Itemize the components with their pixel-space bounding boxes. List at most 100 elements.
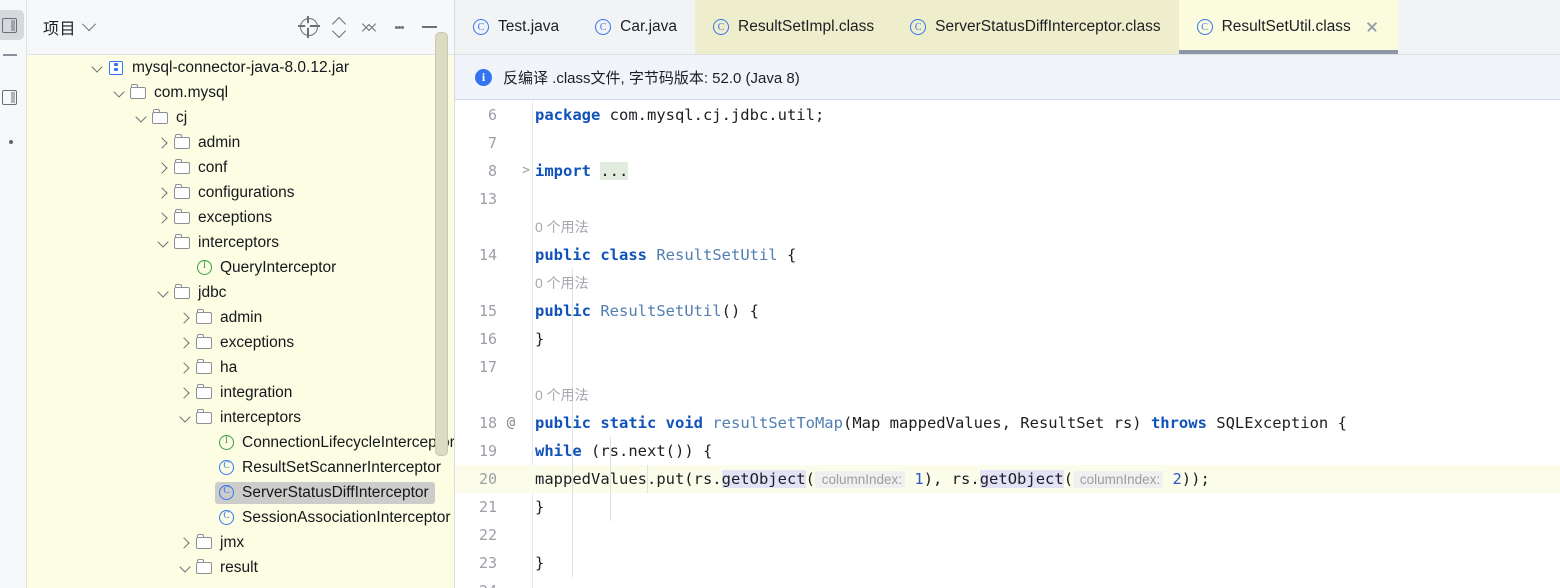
- expand-all-icon[interactable]: [324, 12, 354, 42]
- tree-node-label: result: [220, 558, 258, 576]
- editor-tab-label: ResultSetUtil.class: [1221, 18, 1351, 35]
- chevron-right-icon[interactable]: [177, 385, 193, 401]
- indent-guide: [572, 325, 574, 353]
- code-line[interactable]: 23 }: [455, 549, 1560, 577]
- chevron-down-icon[interactable]: [177, 560, 193, 576]
- class-icon: C: [217, 459, 237, 477]
- code-line[interactable]: 0 个用法: [455, 213, 1560, 241]
- tree-node[interactable]: interceptors: [27, 230, 454, 255]
- tree-node[interactable]: ha: [27, 355, 454, 380]
- tree-node[interactable]: I ConnectionLifecycleInterceptor: [27, 430, 454, 455]
- editor-tab[interactable]: C ResultSetUtil.class: [1178, 0, 1398, 54]
- chevron-down-icon[interactable]: [155, 235, 171, 251]
- chevron-down-icon[interactable]: [155, 285, 171, 301]
- project-tree[interactable]: mysql-connector-java-8.0.12.jar com.mysql…: [27, 55, 454, 588]
- bookmarks-tool-window-icon[interactable]: [9, 140, 13, 144]
- chevron-right-icon[interactable]: [177, 360, 193, 376]
- tree-node[interactable]: conf: [27, 155, 454, 180]
- code-line[interactable]: 22: [455, 521, 1560, 549]
- code-line[interactable]: 0 个用法: [455, 269, 1560, 297]
- collapse-all-icon[interactable]: [354, 12, 384, 42]
- tree-node[interactable]: configurations: [27, 180, 454, 205]
- structure-tool-window-icon[interactable]: [0, 82, 24, 112]
- tree-node-label: admin: [220, 308, 263, 326]
- close-icon[interactable]: [1364, 19, 1380, 35]
- chevron-down-icon[interactable]: [89, 60, 105, 76]
- tree-node[interactable]: com.mysql: [27, 80, 454, 105]
- code-text: 0 个用法: [535, 213, 589, 241]
- tree-node[interactable]: interceptors: [27, 405, 454, 430]
- code-editor[interactable]: 6 package com.mysql.cj.jdbc.util; 7 8 > impor…: [455, 101, 1560, 588]
- code-text: while (rs.next()) {: [535, 437, 712, 465]
- code-line[interactable]: 7: [455, 129, 1560, 157]
- override-gutter-icon[interactable]: @: [502, 409, 520, 437]
- tree-node[interactable]: result: [27, 555, 454, 580]
- tree-node-label: exceptions: [220, 333, 295, 351]
- tree-node[interactable]: I QueryInterceptor: [27, 255, 454, 280]
- code-line[interactable]: 20 mappedValues.put(rs.getObject( column…: [455, 465, 1560, 493]
- chevron-right-icon[interactable]: [177, 535, 193, 551]
- editor-tab[interactable]: C Test.java: [455, 0, 577, 54]
- code-line[interactable]: 15 public ResultSetUtil() {: [455, 297, 1560, 325]
- chevron-right-icon[interactable]: [155, 185, 171, 201]
- tree-node[interactable]: cj: [27, 105, 454, 130]
- chevron-right-icon[interactable]: [155, 210, 171, 226]
- editor-tab[interactable]: C ServerStatusDiffInterceptor.class: [892, 0, 1179, 54]
- select-opened-file-icon[interactable]: [294, 12, 324, 42]
- class-icon: C: [595, 19, 612, 35]
- code-line[interactable]: 19 while (rs.next()) {: [455, 437, 1560, 465]
- project-tool-window-icon[interactable]: [0, 10, 24, 40]
- chevron-right-icon[interactable]: [155, 135, 171, 151]
- tree-node[interactable]: C ResultSetScannerInterceptor: [27, 455, 454, 480]
- code-text: }: [535, 325, 544, 353]
- chevron-right-icon[interactable]: [177, 310, 193, 326]
- tree-node-label: interceptors: [220, 408, 301, 426]
- code-line[interactable]: 24: [455, 577, 1560, 588]
- tree-node[interactable]: C SessionAssociationInterceptor: [27, 505, 454, 530]
- code-token: void: [665, 414, 713, 432]
- left-tool-strip: [0, 0, 27, 588]
- folder-icon: [195, 309, 215, 327]
- tree-node[interactable]: admin: [27, 305, 454, 330]
- editor-area: C Test.java C Car.java C ResultSetImpl.class C…: [455, 0, 1560, 588]
- project-tree-scrollbar[interactable]: [435, 32, 448, 456]
- code-line[interactable]: 16 }: [455, 325, 1560, 353]
- tree-node[interactable]: mysql-connector-java-8.0.12.jar: [27, 55, 454, 80]
- code-line[interactable]: 6 package com.mysql.cj.jdbc.util;: [455, 101, 1560, 129]
- chevron-right-icon[interactable]: [155, 160, 171, 176]
- code-line[interactable]: 14 public class ResultSetUtil {: [455, 241, 1560, 269]
- editor-tab[interactable]: C ResultSetImpl.class: [695, 0, 893, 54]
- chevron-down-icon[interactable]: [177, 410, 193, 426]
- tree-node-content: I QueryInterceptor: [193, 257, 342, 279]
- class-icon: C: [1196, 19, 1213, 35]
- tree-node-content: interceptors: [193, 407, 307, 429]
- tree-node[interactable]: exceptions: [27, 205, 454, 230]
- code-line[interactable]: 21 }: [455, 493, 1560, 521]
- tree-node[interactable]: exceptions: [27, 330, 454, 355]
- folder-icon: [195, 359, 215, 377]
- editor-tab-bar[interactable]: C Test.java C Car.java C ResultSetImpl.class C…: [455, 0, 1560, 55]
- code-line[interactable]: 8 > import ...: [455, 157, 1560, 185]
- line-number: 8: [487, 162, 497, 180]
- code-line[interactable]: 18 @ public static void resultSetToMap(Ma…: [455, 409, 1560, 437]
- code-line[interactable]: 17: [455, 353, 1560, 381]
- fold-expand-icon[interactable]: >: [519, 157, 533, 185]
- chevron-down-icon[interactable]: [81, 17, 97, 32]
- tree-node[interactable]: admin: [27, 130, 454, 155]
- editor-tab[interactable]: C Car.java: [577, 0, 695, 54]
- options-menu-icon[interactable]: [384, 12, 414, 42]
- folder-icon: [173, 209, 193, 227]
- tree-node-label: SessionAssociationInterceptor: [242, 508, 451, 526]
- code-line[interactable]: 13: [455, 185, 1560, 213]
- tree-node-content: C SessionAssociationInterceptor: [215, 507, 454, 529]
- chevron-down-icon[interactable]: [111, 85, 127, 101]
- code-token: (: [1063, 470, 1074, 488]
- tree-node[interactable]: jmx: [27, 530, 454, 555]
- tree-node[interactable]: jdbc: [27, 280, 454, 305]
- tree-node[interactable]: C ServerStatusDiffInterceptor: [27, 480, 454, 505]
- code-line[interactable]: 0 个用法: [455, 381, 1560, 409]
- chevron-right-icon[interactable]: [177, 335, 193, 351]
- tree-node[interactable]: integration: [27, 380, 454, 405]
- chevron-down-icon[interactable]: [133, 110, 149, 126]
